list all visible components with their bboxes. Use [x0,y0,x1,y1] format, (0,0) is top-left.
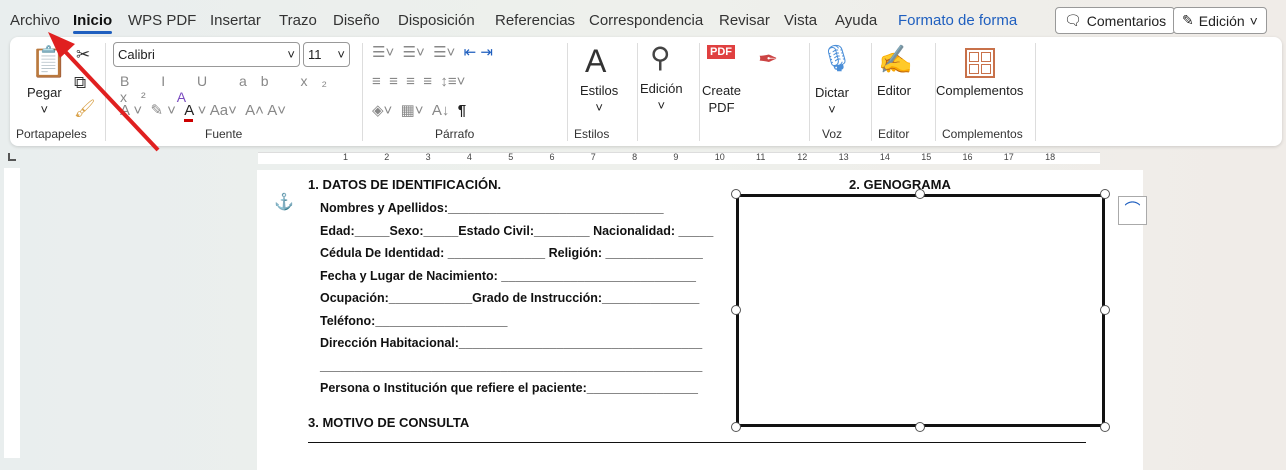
tab-insertar[interactable]: Insertar [210,12,261,29]
section-2-heading: 2. GENOGRAMA [849,177,951,192]
ruler-number: 15 [921,152,932,162]
align-icons[interactable]: ≡ ≡ ≡ ≡ ↕≡˅ [372,73,562,90]
form-field-line: Teléfono:___________________ [320,314,508,328]
styles-label: Estilos [580,83,619,98]
ruler-number: 3 [425,152,431,162]
tab-correspondencia[interactable]: Correspondencia [589,12,703,29]
tab-diseno[interactable]: Diseño [333,12,380,29]
dictate-label: Dictar [815,85,849,100]
comments-button[interactable]: 🗨 Comentarios [1055,7,1176,34]
styles-icon: A [585,43,607,79]
form-field-line: Dirección Habitacional:_________________… [320,336,703,350]
form-field-line: Fecha y Lugar de Nacimiento: ___________… [320,269,696,283]
pen-nib-icon[interactable]: ✒ [758,45,778,74]
group-editor: Editor [878,127,910,141]
form-field-line: Edad:_____Sexo:_____Estado Civil:_______… [320,224,714,238]
resize-handle[interactable] [731,422,741,432]
ruler-number: 8 [632,152,638,162]
form-field-line: Persona o Institución que refiere el pac… [320,381,698,395]
group-addins: Complementos [942,127,1023,141]
form-field-line: Cédula De Identidad: ______________ Reli… [320,246,703,260]
ruler-number: 2 [384,152,390,162]
section-3-heading: 3. MOTIVO DE CONSULTA [308,415,470,430]
resize-handle[interactable] [915,189,925,199]
addins-button[interactable]: Complementos [936,82,1023,99]
group-paragraph: Párrafo [435,127,475,141]
tab-formato-de-forma[interactable]: Formato de forma [898,12,1017,29]
tab-selector-icon[interactable] [8,153,16,161]
editor-button[interactable]: Editor [877,82,911,99]
form-field-line: ________________________________________… [320,359,703,373]
answer-line [308,442,1086,443]
ruler-number: 14 [879,152,890,162]
ruler-number: 6 [549,152,555,162]
tab-vista[interactable]: Vista [784,12,817,29]
form-field-line: Nombres y Apellidos:____________________… [320,201,664,215]
dictate-button[interactable]: Dictar ˅ [815,84,849,118]
editing-button[interactable]: Edición ˅ [640,80,683,114]
group-styles: Estilos [574,127,610,141]
genogram-shape[interactable] [736,194,1105,427]
font-size-select[interactable]: 11 ˅ [303,42,350,67]
comments-label: Comentarios [1086,12,1167,29]
search-icon: ⚲ [650,42,671,73]
resize-handle[interactable] [915,422,925,432]
editing-label: Edición [1198,12,1245,29]
ruler-number: 1 [343,152,349,162]
chevron-down-icon: ˅ [1249,12,1258,29]
layout-options-icon[interactable]: ⌒ [1118,196,1147,225]
microphone-icon: 🎙 [820,43,854,73]
tab-disposicion[interactable]: Disposición [398,12,475,29]
section-1-heading: 1. DATOS DE IDENTIFICACIÓN. [308,177,502,192]
create-pdf-button[interactable]: Create PDF [702,82,741,116]
resize-handle[interactable] [1100,189,1110,199]
editing-ribbon-label: Edición [640,81,683,96]
horizontal-ruler[interactable]: 1 2 3 4 5 6 7 8 9 10 11 12 13 14 15 16 17 18 [0,150,1286,166]
ruler-number: 17 [1003,152,1014,162]
ruler-number: 16 [962,152,973,162]
group-voice: Voz [822,127,843,141]
comment-icon: 🗨 [1064,12,1082,28]
form-field-line: Ocupación:____________Grado de Instrucci… [320,291,700,305]
anchor-icon: ⚓ [274,194,294,211]
ruler-number: 12 [797,152,808,162]
editor-icon: ✍ [878,44,913,75]
addins-icon [965,48,995,78]
ruler-number: 18 [1045,152,1056,162]
vertical-ruler[interactable] [4,168,20,458]
size-value: 11 [308,47,322,62]
ruler-number: 13 [838,152,849,162]
tab-ayuda[interactable]: Ayuda [835,12,877,29]
tab-referencias[interactable]: Referencias [495,12,575,29]
resize-handle[interactable] [1100,305,1110,315]
list-icons[interactable]: ☰˅ ☰˅ ☰˅ ⇤ ⇥ [372,43,562,61]
pdf-icon: PDF [707,45,735,59]
resize-handle[interactable] [1100,422,1110,432]
tab-revisar[interactable]: Revisar [719,12,770,29]
ruler-number: 7 [590,152,596,162]
pen-icon: ✎ [1182,12,1194,28]
ruler-number: 9 [673,152,679,162]
ruler-number: 11 [756,152,766,162]
tab-trazo[interactable]: Trazo [279,12,317,29]
ribbon: 📋 Pegar ˅ ✂ ⧉ 🖌 Portapapeles Calibri ˅ 11 ˅… [10,37,1282,146]
styles-button[interactable]: Estilos ˅ [580,82,618,116]
red-arrow-annotation [48,32,160,152]
resize-handle[interactable] [731,305,741,315]
shading-border-sort-icons[interactable]: ◈˅ ▦˅ A↓ ¶ [372,101,562,119]
editing-mode-button[interactable]: ✎ Edición ˅ [1173,7,1267,34]
ruler-number: 10 [714,152,725,162]
ruler-number: 4 [466,152,472,162]
ruler-number: 5 [508,152,514,162]
resize-handle[interactable] [731,189,741,199]
group-font: Fuente [205,127,243,141]
